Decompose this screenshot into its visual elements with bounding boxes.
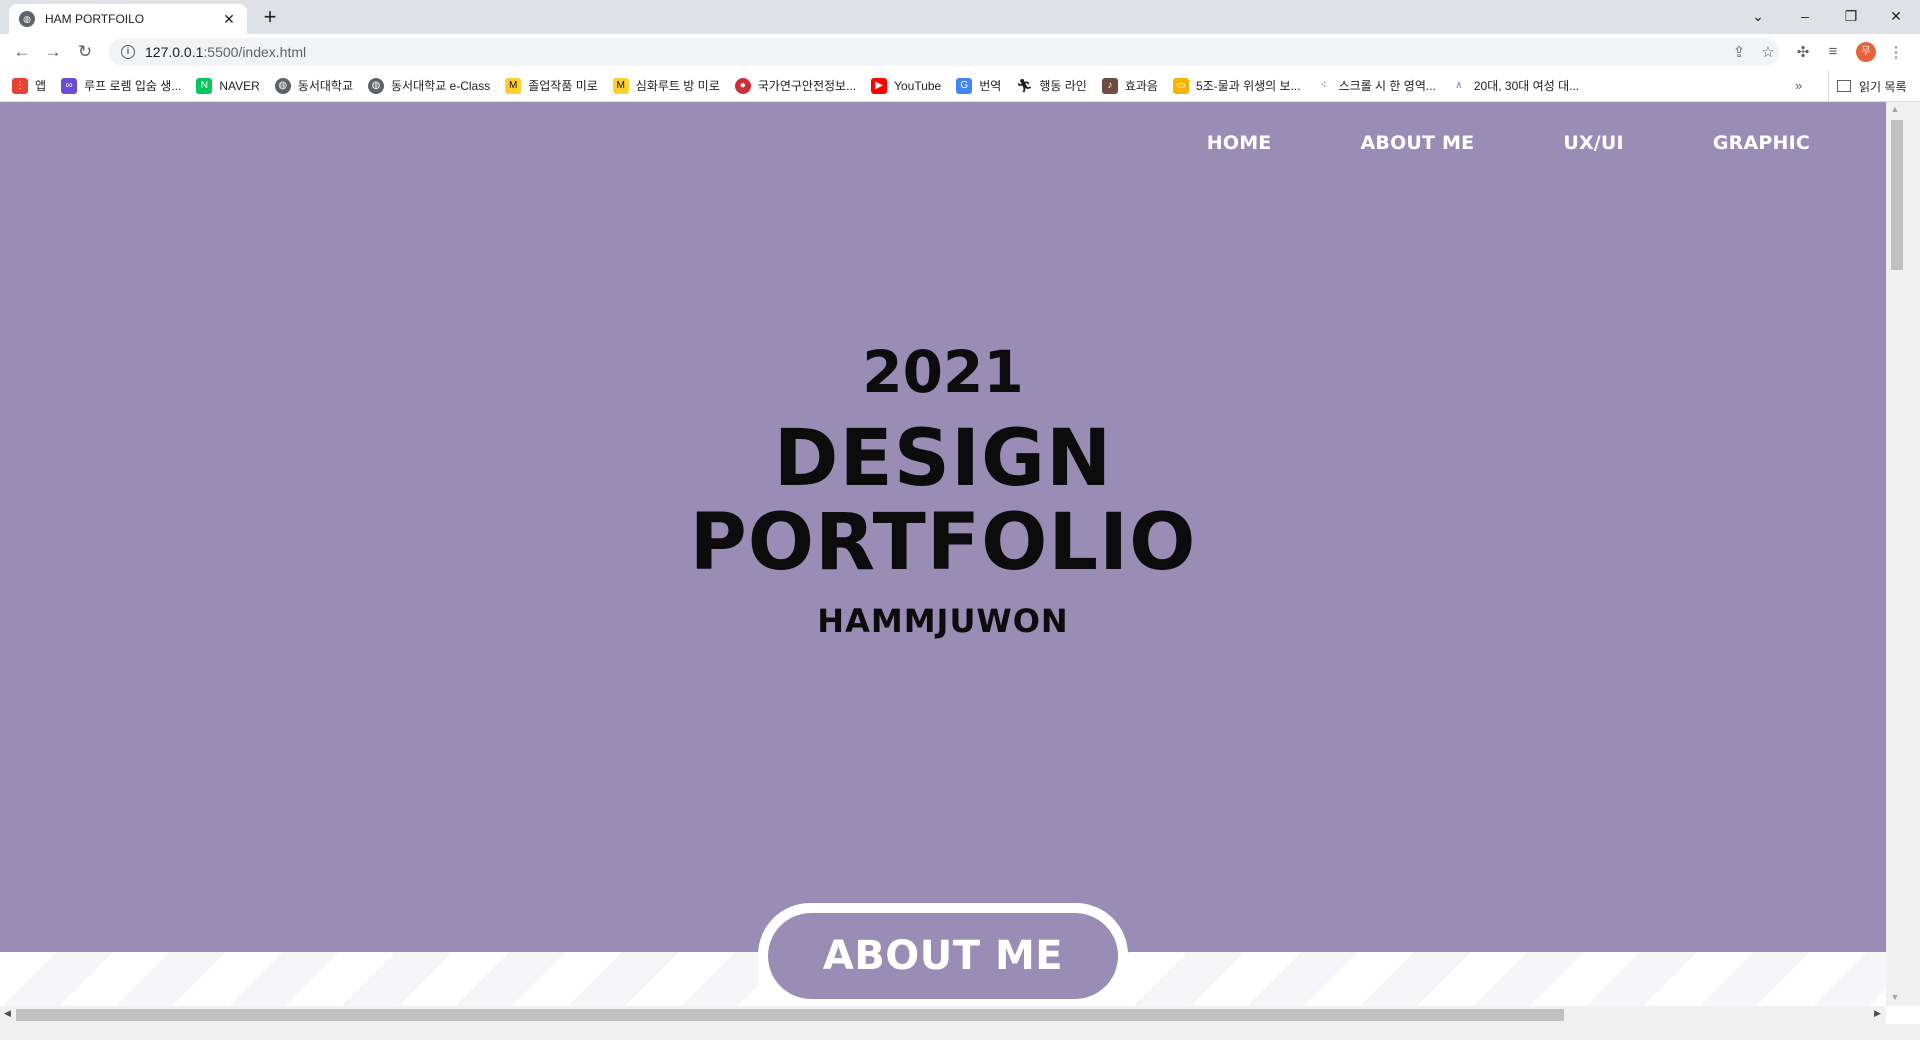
- miro-icon: M: [505, 77, 522, 94]
- bookmark-label: 5조-물과 위생의 보...: [1195, 79, 1301, 93]
- bookmark-label: 졸업작품 미로: [528, 79, 598, 93]
- bookmark-label: YouTube: [894, 78, 942, 93]
- link-icon: ∧: [1450, 77, 1467, 94]
- naver-icon: N: [196, 77, 213, 94]
- about-me-button[interactable]: ABOUT ME: [768, 913, 1118, 999]
- bookmark-youtube[interactable]: ▶ YouTube: [871, 77, 942, 94]
- profile-avatar[interactable]: 무: [1856, 42, 1876, 62]
- close-window-button[interactable]: ✕: [1876, 2, 1916, 30]
- scroll-right-icon[interactable]: ▶: [1874, 1008, 1881, 1019]
- apps-grid-icon: ⋮: [12, 77, 28, 94]
- dots-icon: ⁖: [1315, 77, 1332, 94]
- forward-icon[interactable]: →: [41, 41, 65, 63]
- media-control-icon[interactable]: ≡: [1823, 43, 1843, 60]
- close-tab-icon[interactable]: ✕: [221, 11, 237, 28]
- scroll-up-icon[interactable]: ▲: [1878, 104, 1912, 114]
- vertical-scrollbar[interactable]: ▲ ▼: [1886, 102, 1920, 1006]
- sound-icon: ♪: [1101, 77, 1118, 94]
- bookmark-label: 번역: [979, 79, 1002, 93]
- bookmark-eclass[interactable]: ◍ 동서대학교 e-Class: [368, 77, 490, 94]
- hero-title-line-1: DESIGN: [773, 414, 1113, 504]
- bookmark-naver[interactable]: N NAVER: [196, 77, 260, 94]
- url-text: 127.0.0.1:5500/index.html: [145, 44, 306, 60]
- bookmark-label: 20대, 30대 여성 대...: [1473, 79, 1580, 93]
- tab-search-icon[interactable]: ⌄: [1738, 2, 1778, 30]
- bookmark-translate[interactable]: G 번역: [956, 77, 1001, 94]
- reading-list-button[interactable]: 읽기 목록: [1828, 70, 1907, 102]
- site-nav: HOME ABOUT ME UX/UI GRAPHIC: [1118, 132, 1810, 154]
- tab-strip: ◍ HAM PORTFOILO ✕ + ⌄ – ❐ ✕: [0, 0, 1920, 34]
- korea-flag-icon: ●: [734, 77, 751, 94]
- bookmark-label: 동서대학교 e-Class: [391, 79, 491, 93]
- share-icon[interactable]: ⇪: [1729, 43, 1749, 61]
- bookmark-safety[interactable]: ● 국가연구안전정보...: [734, 77, 857, 94]
- bookmark-scroll[interactable]: ⁖ 스크롤 시 한 영역...: [1315, 77, 1436, 94]
- bookmark-lorem[interactable]: ∞ 루프 로렘 입숨 생...: [61, 77, 181, 94]
- minimize-button[interactable]: –: [1785, 2, 1825, 30]
- bookmark-label: 국가연구안전정보...: [757, 79, 857, 93]
- globe-icon: ◍: [274, 77, 291, 94]
- new-tab-button[interactable]: +: [258, 6, 282, 30]
- bookmark-women[interactable]: ∧ 20대, 30대 여성 대...: [1450, 77, 1580, 94]
- bookmark-sfx[interactable]: ♪ 효과음: [1101, 77, 1158, 94]
- bookmark-dongseo[interactable]: ◍ 동서대학교: [274, 77, 353, 94]
- bookmark-action-line[interactable]: 🏃︎ 행동 라인: [1016, 77, 1087, 94]
- url-host: 127.0.0.1: [145, 44, 204, 60]
- bookmark-apps[interactable]: ⋮ 앱: [12, 77, 46, 94]
- youtube-icon: ▶: [871, 77, 888, 94]
- nav-about-me[interactable]: ABOUT ME: [1360, 132, 1474, 154]
- reading-list-icon: [1837, 80, 1851, 92]
- status-strip: [0, 1024, 1920, 1040]
- url-path: :5500/index.html: [203, 44, 307, 60]
- hero-title: DESIGN PORTFOLIO: [0, 417, 1886, 585]
- bookmark-label: 효과음: [1124, 79, 1158, 93]
- back-icon[interactable]: ←: [10, 41, 34, 63]
- vertical-scroll-thumb[interactable]: [1891, 120, 1903, 270]
- extensions-icon[interactable]: ✣: [1793, 43, 1813, 61]
- bookmark-star-icon[interactable]: ☆: [1758, 43, 1778, 61]
- bookmark-label: 앱: [35, 79, 47, 93]
- browser-tab[interactable]: ◍ HAM PORTFOILO ✕: [9, 4, 247, 34]
- hero-author-name: HAMMJUWON: [817, 602, 1069, 640]
- hero-year: 2021: [862, 338, 1024, 406]
- bookmark-miro-1[interactable]: M 졸업작품 미로: [505, 77, 598, 94]
- horizontal-scroll-thumb[interactable]: [16, 1009, 1564, 1021]
- bookmark-label: 행동 라인: [1039, 79, 1087, 93]
- bookmarks-bar: ⋮ 앱 ∞ 루프 로렘 입숨 생... N NAVER ◍ 동서대학교 ◍ 동서대학교 e…: [0, 70, 1920, 102]
- nav-graphic[interactable]: GRAPHIC: [1713, 132, 1810, 154]
- horizontal-scrollbar[interactable]: ◀ ▶: [0, 1006, 1886, 1024]
- runner-icon: 🏃︎: [1016, 77, 1033, 94]
- bookmark-slides[interactable]: ▭ 5조-물과 위생의 보...: [1172, 77, 1301, 94]
- translate-icon: G: [956, 77, 973, 94]
- nav-ux-ui[interactable]: UX/UI: [1563, 132, 1624, 154]
- address-bar[interactable]: i 127.0.0.1:5500/index.html ⇪ ☆: [109, 38, 1779, 66]
- site-info-icon[interactable]: i: [121, 45, 135, 59]
- restore-button[interactable]: ❐: [1831, 2, 1871, 30]
- scroll-down-icon[interactable]: ▼: [1878, 992, 1912, 1002]
- slides-icon: ▭: [1172, 77, 1189, 94]
- bookmarks-overflow-button[interactable]: »: [1795, 78, 1802, 93]
- bookmark-label: NAVER: [219, 78, 260, 93]
- browser-toolbar: ← → ↻ i 127.0.0.1:5500/index.html ⇪ ☆ ✣ …: [0, 34, 1920, 70]
- bookmark-label: 심화루트 방 미로: [635, 79, 720, 93]
- hero-section: HOME ABOUT ME UX/UI GRAPHIC 2021 DESIGN …: [0, 102, 1886, 952]
- scroll-left-icon[interactable]: ◀: [4, 1008, 11, 1019]
- tab-title: HAM PORTFOILO: [45, 12, 145, 26]
- globe-icon: ◍: [368, 77, 384, 94]
- page-viewport: HOME ABOUT ME UX/UI GRAPHIC 2021 DESIGN …: [0, 102, 1886, 1006]
- globe-icon: ◍: [19, 11, 35, 27]
- hero-title-line-2: PORTFOLIO: [689, 498, 1197, 588]
- bookmark-label: 스크롤 시 한 영역...: [1338, 79, 1436, 93]
- bookmark-miro-2[interactable]: M 심화루트 방 미로: [612, 77, 720, 94]
- bookmark-label: 동서대학교: [297, 79, 353, 93]
- lorem-icon: ∞: [61, 77, 78, 94]
- reading-list-label: 읽기 목록: [1859, 79, 1907, 94]
- menu-kebab-icon[interactable]: ⋮: [1886, 43, 1906, 61]
- nav-home[interactable]: HOME: [1207, 132, 1272, 154]
- reload-icon[interactable]: ↻: [73, 41, 97, 63]
- miro-icon: M: [612, 77, 629, 94]
- bookmark-label: 루프 로렘 입숨 생...: [84, 79, 182, 93]
